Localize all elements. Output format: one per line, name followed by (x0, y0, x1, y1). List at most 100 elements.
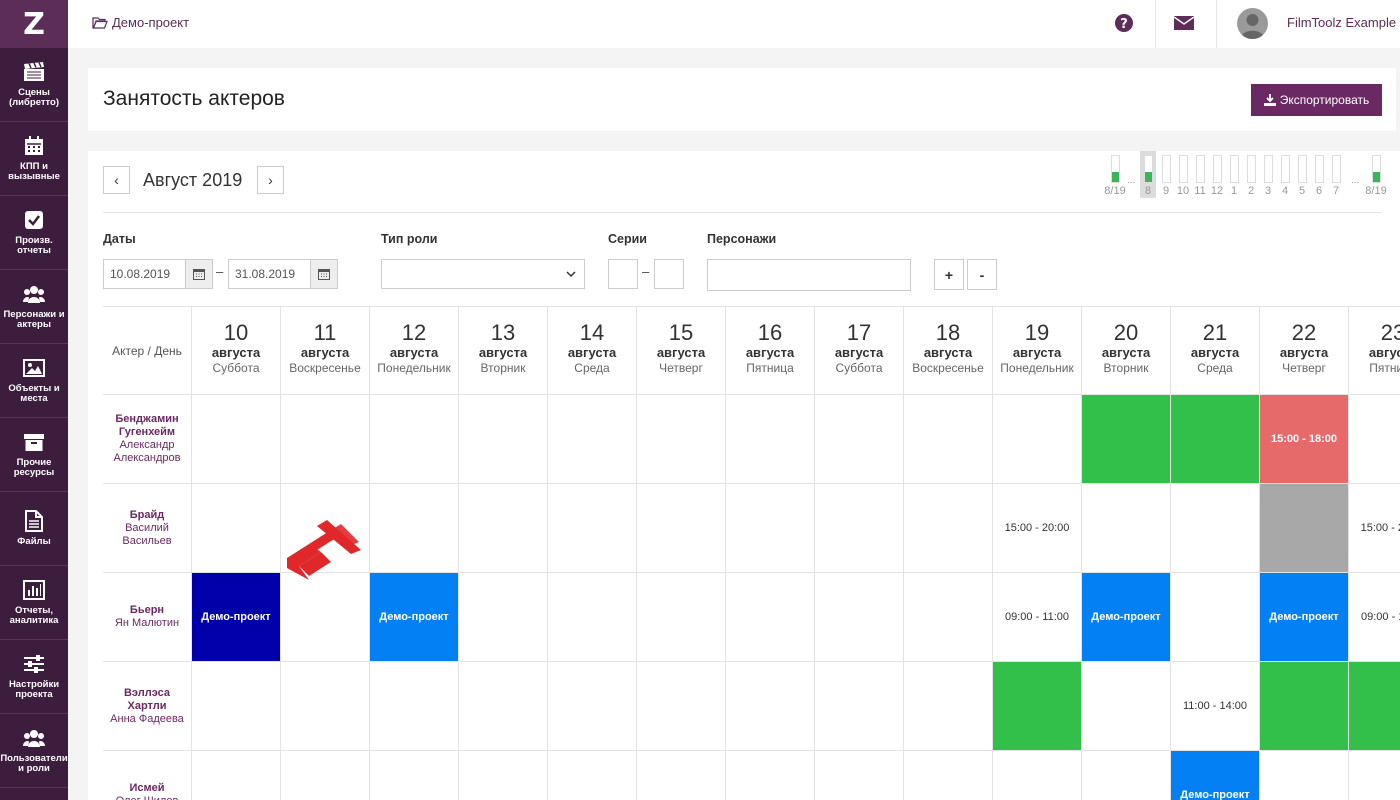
schedule-cell[interactable] (815, 751, 904, 800)
app-logo[interactable]: Z (0, 0, 68, 48)
mini-month-9[interactable]: 4 (1277, 155, 1293, 197)
schedule-cell[interactable] (459, 662, 548, 751)
schedule-cell[interactable] (1260, 751, 1349, 800)
sidebar-item-8[interactable]: Настройки проекта (0, 640, 68, 714)
schedule-cell[interactable] (192, 395, 281, 484)
schedule-cell[interactable] (281, 751, 370, 800)
mini-month-5[interactable]: 12 (1209, 155, 1225, 197)
schedule-event[interactable] (1260, 484, 1348, 572)
schedule-event[interactable] (1349, 662, 1400, 750)
mini-month-1[interactable]: 8 (1140, 151, 1156, 198)
schedule-event[interactable]: 15:00 - 18:00 (1260, 395, 1348, 483)
schedule-cell[interactable] (281, 395, 370, 484)
mini-month-6[interactable]: 1 (1226, 155, 1242, 197)
schedule-event[interactable]: 11:00 - 14:00 (1171, 662, 1259, 750)
sidebar-item-5[interactable]: Прочие ресурсы (0, 418, 68, 492)
date-to-input[interactable]: 31.08.2019 (228, 259, 311, 289)
schedule-cell[interactable] (459, 395, 548, 484)
sidebar-item-2[interactable]: Произв. отчеты (0, 196, 68, 270)
schedule-event[interactable]: Демо-проект (370, 573, 458, 661)
schedule-cell[interactable] (548, 751, 637, 800)
schedule-event[interactable]: 15:00 - 20:00 (993, 484, 1081, 572)
schedule-event[interactable]: Демо-проект (1082, 573, 1170, 661)
schedule-cell[interactable] (726, 484, 815, 573)
schedule-cell[interactable] (726, 395, 815, 484)
prev-month-button[interactable]: ‹ (103, 166, 130, 194)
mini-month-13[interactable]: 8/19 (1362, 155, 1390, 197)
actor-row-header[interactable]: Бьерн Ян Малютин (103, 573, 192, 662)
schedule-cell[interactable] (370, 751, 459, 800)
zoom-out-button[interactable]: - (967, 259, 997, 290)
schedule-cell[interactable] (993, 395, 1082, 484)
date-from-calendar-button[interactable] (185, 259, 213, 289)
schedule-cell[interactable] (637, 751, 726, 800)
mini-month-4[interactable]: 11 (1192, 155, 1208, 197)
user-name[interactable]: FilmToolz Example (1287, 15, 1396, 30)
mini-month-11[interactable]: 6 (1311, 155, 1327, 197)
schedule-event[interactable] (1082, 395, 1170, 483)
schedule-cell[interactable] (637, 484, 726, 573)
schedule-cell[interactable] (459, 573, 548, 662)
schedule-event[interactable]: Демо-проект (192, 573, 280, 661)
schedule-cell[interactable] (637, 573, 726, 662)
schedule-cell[interactable] (726, 573, 815, 662)
schedule-cell[interactable] (904, 573, 993, 662)
schedule-cell[interactable] (548, 484, 637, 573)
export-button[interactable]: Экспортировать (1251, 84, 1382, 116)
next-month-button[interactable]: › (257, 166, 284, 194)
schedule-cell[interactable] (904, 662, 993, 751)
schedule-cell[interactable] (904, 751, 993, 800)
schedule-cell[interactable] (993, 751, 1082, 800)
mini-month-0[interactable]: 8/19 (1101, 155, 1129, 197)
sidebar-item-6[interactable]: Файлы (0, 492, 68, 566)
schedule-cell[interactable] (1082, 484, 1171, 573)
schedule-event[interactable] (1260, 662, 1348, 750)
sidebar-item-3[interactable]: Персонажи и актеры (0, 270, 68, 344)
actor-row-header[interactable]: Вэллэса Хартли Анна Фадеева (103, 662, 192, 751)
schedule-event[interactable] (1171, 395, 1259, 483)
schedule-cell[interactable] (370, 662, 459, 751)
breadcrumb-project[interactable]: Демо-проект (112, 15, 189, 30)
sidebar-item-1[interactable]: КПП и вызывные (0, 122, 68, 196)
schedule-cell[interactable] (548, 395, 637, 484)
schedule-cell[interactable] (281, 573, 370, 662)
schedule-cell[interactable] (192, 751, 281, 800)
series-from-input[interactable] (608, 259, 638, 289)
schedule-event[interactable]: 09:00 - 11:00 (1349, 573, 1400, 661)
schedule-cell[interactable] (904, 484, 993, 573)
schedule-cell[interactable] (815, 662, 904, 751)
zoom-in-button[interactable]: + (934, 259, 964, 290)
schedule-cell[interactable] (815, 484, 904, 573)
schedule-cell[interactable] (904, 395, 993, 484)
sidebar-item-0[interactable]: Сцены (либретто) (0, 48, 68, 122)
schedule-cell[interactable] (459, 751, 548, 800)
schedule-cell[interactable] (726, 751, 815, 800)
schedule-cell[interactable] (637, 662, 726, 751)
characters-input[interactable] (707, 259, 911, 291)
avatar[interactable] (1237, 8, 1268, 39)
schedule-cell[interactable] (1082, 662, 1171, 751)
actor-row-header[interactable]: ИсмейОлег Шилов (103, 751, 192, 800)
mini-month-12[interactable]: 7 (1328, 155, 1344, 197)
schedule-cell[interactable] (192, 484, 281, 573)
mini-month-2[interactable]: 9 (1158, 155, 1174, 197)
help-button[interactable]: ? (1114, 13, 1134, 38)
schedule-cell[interactable] (548, 573, 637, 662)
mini-month-8[interactable]: 3 (1260, 155, 1276, 197)
schedule-event[interactable] (993, 662, 1081, 750)
date-from-input[interactable]: 10.08.2019 (103, 259, 186, 289)
date-to-calendar-button[interactable] (310, 259, 338, 289)
breadcrumb[interactable]: Демо-проект (92, 15, 189, 30)
schedule-event[interactable]: Демо-проект (1171, 751, 1259, 800)
schedule-cell[interactable] (459, 484, 548, 573)
schedule-cell[interactable] (370, 395, 459, 484)
schedule-cell[interactable] (370, 484, 459, 573)
schedule-event[interactable]: Демо-проект (1260, 573, 1348, 661)
schedule-cell[interactable] (281, 662, 370, 751)
schedule-cell[interactable] (815, 573, 904, 662)
schedule-event[interactable]: 09:00 - 11:00 (993, 573, 1081, 661)
schedule-cell[interactable] (637, 395, 726, 484)
schedule-cell[interactable] (1349, 395, 1400, 484)
schedule-cell[interactable] (815, 395, 904, 484)
actor-row-header[interactable]: Брайд Василий Васильев (103, 484, 192, 573)
